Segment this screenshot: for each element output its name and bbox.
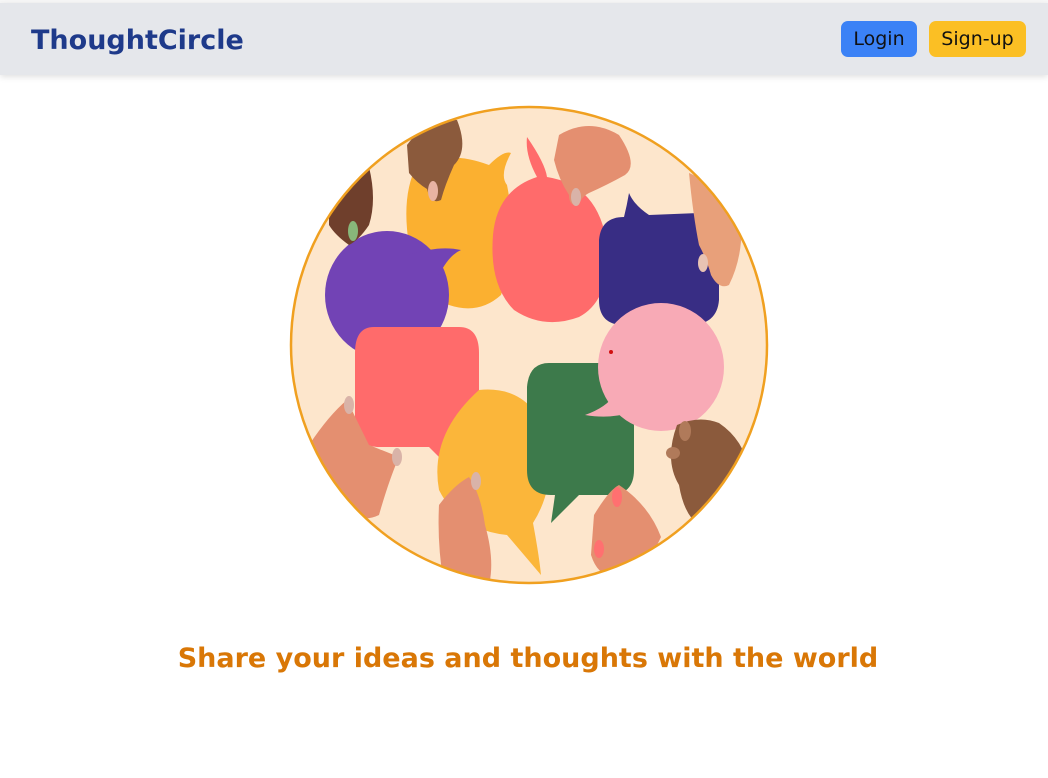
login-button[interactable]: Login (841, 21, 917, 57)
hero-tagline: Share your ideas and thoughts with the w… (177, 643, 879, 675)
navbar: ThoughtCircle Login Sign-up (0, 3, 1048, 75)
signup-button[interactable]: Sign-up (929, 21, 1026, 57)
speech-bubbles-illustration (289, 105, 769, 585)
brand-logo[interactable]: ThoughtCircle (31, 24, 244, 58)
hero-illustration (289, 105, 769, 585)
